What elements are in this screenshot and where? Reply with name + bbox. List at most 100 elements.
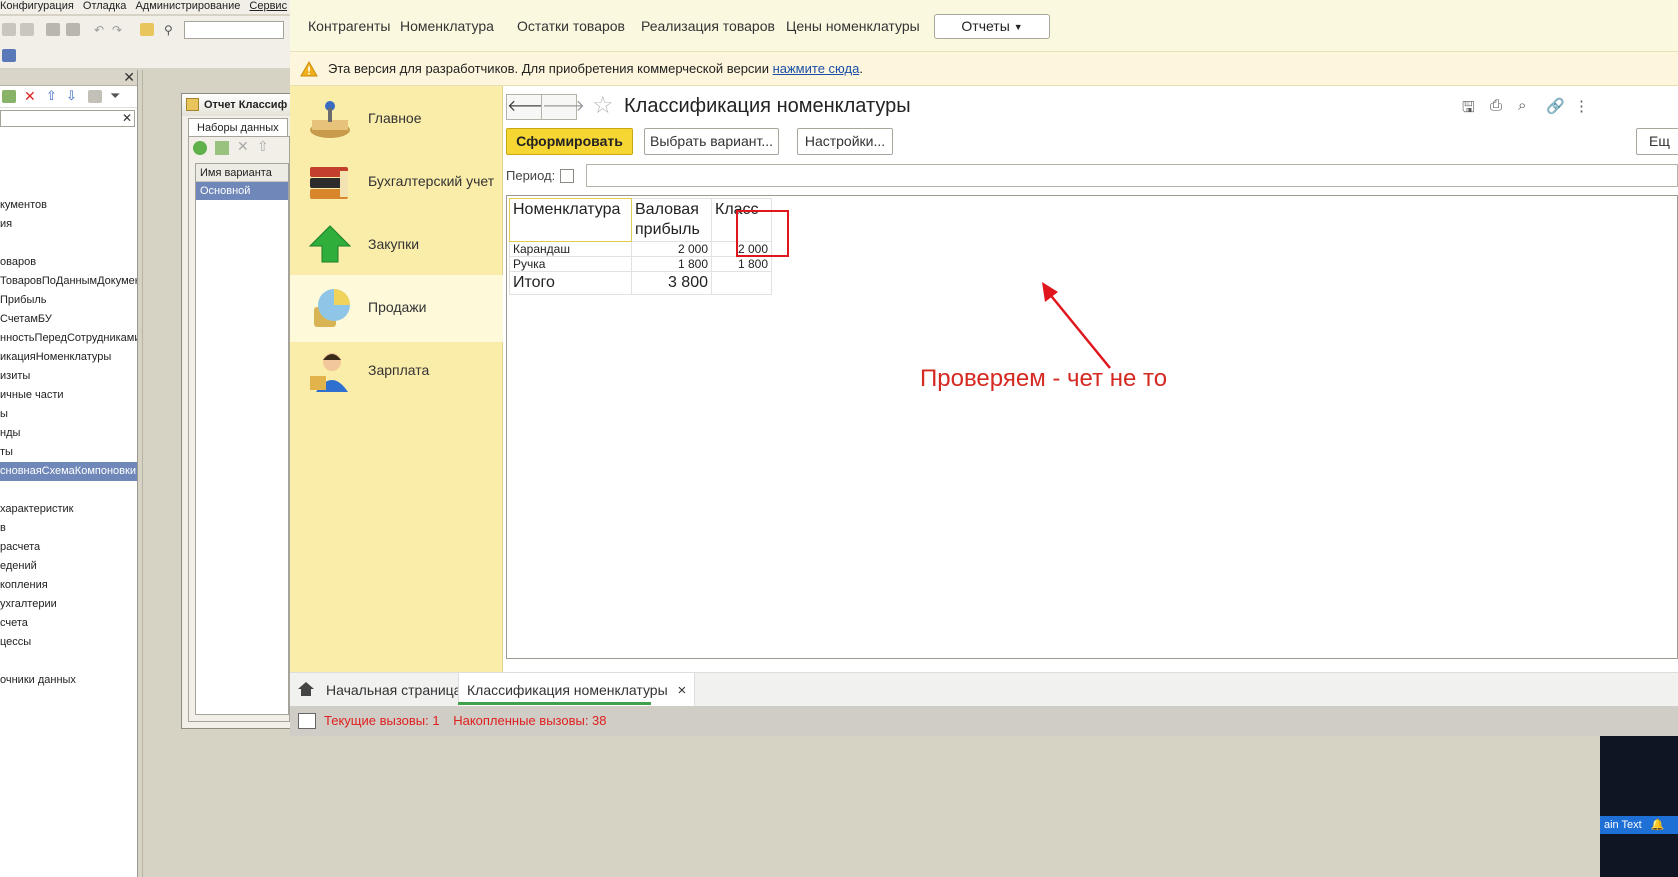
add-variant-icon[interactable] bbox=[193, 141, 207, 155]
filter-icon[interactable]: ⏷ bbox=[110, 88, 120, 104]
section-main[interactable]: Главное bbox=[290, 86, 503, 153]
list-icon[interactable] bbox=[88, 90, 102, 103]
period-input[interactable] bbox=[586, 164, 1678, 187]
more-button[interactable]: Ещ bbox=[1636, 128, 1678, 155]
close-icon[interactable]: ✕ bbox=[123, 69, 135, 86]
more-options-icon[interactable]: ⋮ bbox=[1574, 97, 1589, 115]
print-icon[interactable]: ⎙ bbox=[1490, 97, 1502, 114]
paste-icon[interactable] bbox=[20, 23, 34, 36]
tree-item[interactable]: в bbox=[0, 519, 137, 538]
copy-variant-icon[interactable] bbox=[215, 141, 229, 155]
save-icon[interactable]: 🖫 bbox=[1462, 97, 1475, 122]
report-spreadsheet[interactable]: Номенклатура Валовая прибыль Класс Каран… bbox=[506, 195, 1678, 659]
tree-item[interactable]: ия bbox=[0, 215, 137, 234]
search-icon[interactable]: ⚲ bbox=[164, 23, 178, 37]
tree-item[interactable]: нностьПередСотрудниками bbox=[0, 329, 137, 348]
tree-item[interactable] bbox=[0, 652, 137, 671]
nav-nomenclature-prices[interactable]: Цены номенклатуры bbox=[786, 18, 920, 34]
print-icon[interactable] bbox=[46, 23, 60, 36]
tree-item[interactable]: изиты bbox=[0, 367, 137, 386]
delete-variant-icon[interactable]: ✕ bbox=[237, 138, 249, 155]
variant-row[interactable]: Основной bbox=[196, 182, 288, 200]
report-form: 🡐 🡒 ☆ Классификация номенклатуры 🖫 ⎙ ⌕ 🔗… bbox=[504, 86, 1678, 672]
settings-button[interactable]: Настройки... bbox=[797, 128, 893, 155]
arrow-right-icon: 🡒 bbox=[542, 98, 585, 115]
tree-item[interactable]: икацияНоменклатуры bbox=[0, 348, 137, 367]
bell-icon[interactable]: 🔔 bbox=[1651, 819, 1665, 831]
tab-data-sets[interactable]: Наборы данных bbox=[188, 118, 288, 136]
document-icon[interactable] bbox=[2, 49, 16, 62]
choose-variant-button[interactable]: Выбрать вариант... bbox=[644, 128, 779, 155]
section-salary[interactable]: Зарплата bbox=[290, 338, 503, 405]
menu-administration[interactable]: Администрирование bbox=[135, 0, 240, 12]
menu-configuration[interactable]: Конфигурация bbox=[0, 0, 74, 12]
tree-item[interactable]: ухгалтерии bbox=[0, 595, 137, 614]
tab-home-page[interactable]: Начальная страница bbox=[298, 673, 461, 707]
move-down-icon[interactable]: ⇩ bbox=[66, 88, 77, 104]
add-icon[interactable] bbox=[2, 90, 16, 103]
warning-icon bbox=[300, 61, 318, 77]
tree-item[interactable]: очники данных bbox=[0, 671, 137, 690]
tree-item[interactable]: характеристик bbox=[0, 500, 137, 519]
find-in-tree-icon[interactable] bbox=[140, 23, 154, 36]
clear-filter-icon[interactable]: ✕ bbox=[122, 111, 132, 125]
link-icon[interactable]: 🔗 bbox=[1546, 97, 1565, 115]
tree-item[interactable]: счета bbox=[0, 614, 137, 633]
tree-item[interactable]: копления bbox=[0, 576, 137, 595]
favorite-star-icon[interactable]: ☆ bbox=[592, 93, 614, 119]
tree-item[interactable] bbox=[0, 234, 137, 253]
tree-item[interactable] bbox=[0, 139, 137, 158]
menu-debug[interactable]: Отладка bbox=[83, 0, 126, 12]
tree-item[interactable]: ты bbox=[0, 443, 137, 462]
tree-item[interactable]: кументов bbox=[0, 196, 137, 215]
delete-icon[interactable]: ✕ bbox=[24, 88, 36, 105]
current-calls: Текущие вызовы: 1 bbox=[324, 713, 440, 728]
generate-button[interactable]: Сформировать bbox=[506, 128, 633, 155]
section-purchases[interactable]: Закупки bbox=[290, 212, 503, 279]
move-variant-up-icon[interactable]: ⇧ bbox=[257, 138, 269, 155]
tree-item[interactable]: расчета bbox=[0, 538, 137, 557]
period-checkbox[interactable] bbox=[560, 169, 574, 183]
nav-stock-balances[interactable]: Остатки товаров bbox=[517, 18, 625, 34]
nav-counterparties[interactable]: Контрагенты bbox=[308, 18, 390, 34]
configurator-search-input[interactable] bbox=[184, 21, 284, 39]
preview-icon[interactable]: ⌕ bbox=[1518, 97, 1526, 114]
tree-item[interactable]: Прибыль bbox=[0, 291, 137, 310]
metadata-tree-filter-input[interactable]: ✕ bbox=[0, 110, 135, 127]
redo-icon[interactable]: ↷ bbox=[112, 23, 126, 37]
reports-dropdown-button[interactable]: Отчеты ▼ bbox=[934, 14, 1050, 39]
tree-item[interactable]: ТоваровПоДаннымДокументов bbox=[0, 272, 137, 291]
forward-button[interactable]: 🡒 bbox=[541, 94, 585, 120]
report-table: Номенклатура Валовая прибыль Класс Каран… bbox=[509, 198, 772, 295]
tree-item[interactable] bbox=[0, 481, 137, 500]
metadata-tree-panel: ✕ ✕ ⇧ ⇩ ⏷ ✕ кументов ия оваров ТоваровПоДан… bbox=[0, 69, 138, 877]
copy-icon[interactable] bbox=[2, 23, 16, 36]
section-label: Бухгалтерский учет bbox=[368, 173, 495, 189]
back-button[interactable]: 🡐 bbox=[506, 94, 550, 120]
move-up-icon[interactable]: ⇧ bbox=[46, 88, 57, 104]
tree-item[interactable] bbox=[0, 158, 137, 177]
buy-link[interactable]: нажмите сюда bbox=[773, 61, 860, 76]
tree-item[interactable]: нды bbox=[0, 424, 137, 443]
preview-icon[interactable] bbox=[66, 23, 80, 36]
menu-service[interactable]: Сервис bbox=[249, 0, 287, 12]
total-class bbox=[711, 271, 772, 295]
tree-item[interactable]: сновнаяСхемаКомпоновки bbox=[0, 462, 137, 481]
section-sales[interactable]: Продажи bbox=[290, 275, 503, 342]
tree-item[interactable] bbox=[0, 177, 137, 196]
tree-item[interactable]: ичные части bbox=[0, 386, 137, 405]
close-tab-icon[interactable]: × bbox=[678, 682, 687, 699]
section-accounting[interactable]: Бухгалтерский учет bbox=[290, 149, 503, 216]
nav-nomenclature[interactable]: Номенклатура bbox=[400, 18, 494, 34]
report-object-title: Отчет Классиф bbox=[182, 94, 290, 116]
tree-item[interactable]: едений bbox=[0, 557, 137, 576]
tree-item[interactable]: цессы bbox=[0, 633, 137, 652]
tree-item[interactable]: ы bbox=[0, 405, 137, 424]
undo-icon[interactable]: ↶ bbox=[94, 23, 108, 37]
tree-item[interactable]: оваров bbox=[0, 253, 137, 272]
performance-icon[interactable] bbox=[298, 713, 316, 729]
data-sets-panel: ✕ ⇧ Имя варианта Основной bbox=[188, 136, 290, 722]
nav-sales-of-goods[interactable]: Реализация товаров bbox=[641, 18, 775, 34]
salary-section-icon bbox=[306, 348, 354, 394]
tree-item[interactable]: СчетамБУ bbox=[0, 310, 137, 329]
